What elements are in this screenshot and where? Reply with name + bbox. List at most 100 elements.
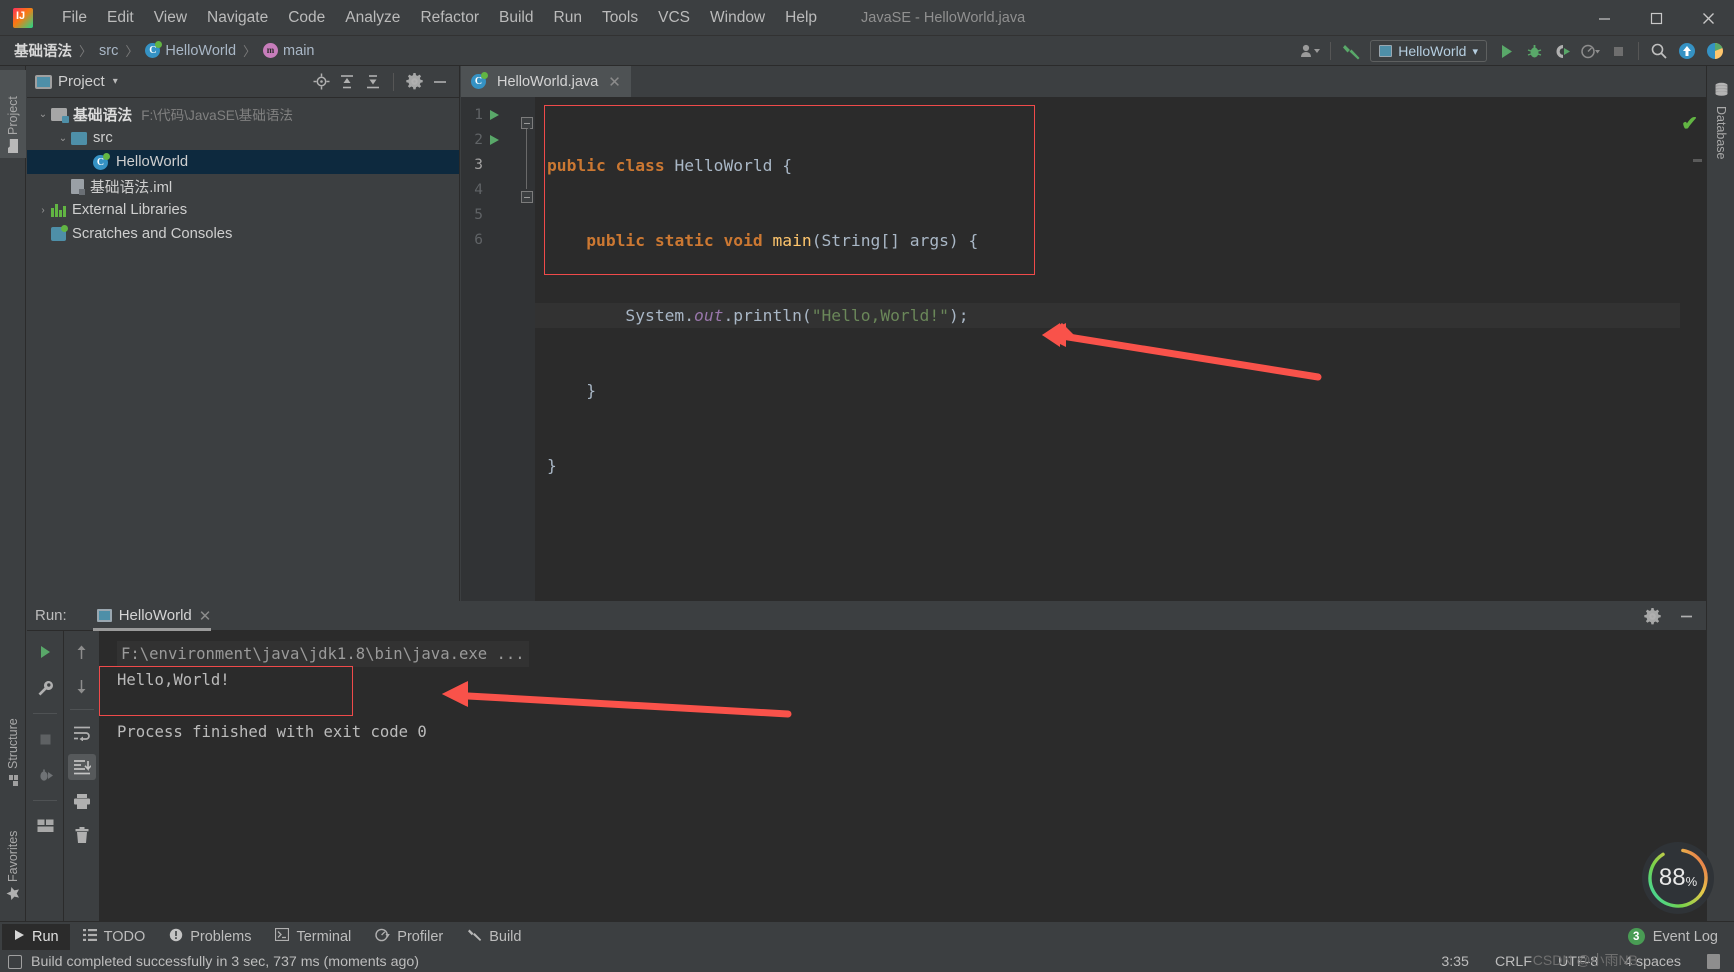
- code-text[interactable]: public class HelloWorld { public static …: [535, 97, 1680, 601]
- sidebar-item-database[interactable]: Database: [1707, 76, 1734, 166]
- hide-panel-icon[interactable]: [1674, 604, 1698, 628]
- scroll-to-end-icon[interactable]: [67, 754, 96, 780]
- collapse-all-icon[interactable]: [362, 71, 384, 93]
- menu-analyze[interactable]: Analyze: [335, 5, 410, 31]
- menu-code[interactable]: Code: [278, 5, 335, 31]
- bottom-tab-terminal[interactable]: Terminal: [264, 924, 362, 950]
- rerun-failed-tests-icon[interactable]: [31, 762, 59, 788]
- tree-item-external-libraries[interactable]: › External Libraries: [27, 198, 459, 222]
- profiler-icon[interactable]: [1577, 39, 1603, 63]
- gear-icon[interactable]: [403, 71, 425, 93]
- tree-item-helloworld[interactable]: C HelloWorld: [27, 150, 459, 174]
- chevron-down-icon[interactable]: ▾: [113, 76, 118, 87]
- menu-navigate[interactable]: Navigate: [197, 5, 278, 31]
- toolbar-divider: [33, 713, 57, 714]
- run-config-icon: [1379, 45, 1393, 57]
- search-everywhere-icon[interactable]: [1646, 39, 1672, 63]
- chevron-down-icon: ▾: [1472, 45, 1478, 58]
- gear-icon[interactable]: [1640, 604, 1664, 628]
- tree-item-src[interactable]: ⌄ src: [27, 126, 459, 150]
- run-with-coverage-icon[interactable]: [1549, 39, 1575, 63]
- run-config-icon: [96, 609, 112, 622]
- run-configuration-selector[interactable]: HelloWorld ▾: [1370, 40, 1487, 62]
- menu-refactor[interactable]: Refactor: [410, 5, 489, 31]
- close-button[interactable]: [1682, 0, 1734, 36]
- trash-icon[interactable]: [68, 822, 96, 848]
- print-icon[interactable]: [68, 788, 96, 814]
- run-gutter-icon[interactable]: [490, 135, 499, 145]
- memory-progress-indicator[interactable]: 88%: [1640, 840, 1716, 916]
- fold-marker-close-icon[interactable]: [520, 191, 533, 203]
- code-editor[interactable]: 1 2 3 4 5 6 public class HelloWorld { pu…: [461, 97, 1706, 601]
- chevron-right-icon[interactable]: ›: [35, 205, 51, 216]
- soft-wrap-icon[interactable]: [68, 720, 96, 746]
- menu-window[interactable]: Window: [700, 5, 775, 31]
- inspection-ok-icon[interactable]: ✔: [1681, 111, 1698, 136]
- sidebar-item-project[interactable]: Project: [0, 70, 26, 158]
- breadcrumb-item-method[interactable]: m main: [263, 43, 314, 59]
- bottom-tab-run[interactable]: Run: [2, 923, 70, 950]
- menu-view[interactable]: View: [144, 5, 197, 31]
- locate-icon[interactable]: [310, 71, 332, 93]
- menu-vcs[interactable]: VCS: [648, 5, 700, 31]
- run-tab-helloworld[interactable]: HelloWorld ✕: [92, 601, 216, 631]
- line-separator[interactable]: CRLF: [1495, 954, 1532, 970]
- editor-gutter[interactable]: 1 2 3 4 5 6: [461, 97, 519, 601]
- tree-item-module[interactable]: ⌄ 基础语法 F:\代码\JavaSE\基础语法: [27, 102, 459, 126]
- chevron-down-icon[interactable]: ⌄: [55, 133, 71, 144]
- bottom-tab-profiler[interactable]: Profiler: [364, 924, 454, 950]
- chevron-down-icon[interactable]: ⌄: [35, 109, 51, 120]
- editor-tab-bar: C HelloWorld.java ✕: [461, 66, 1706, 97]
- run-console-output[interactable]: F:\environment\java\jdk1.8\bin\java.exe …: [99, 631, 1706, 921]
- sidebar-item-favorites[interactable]: Favorites: [0, 806, 26, 906]
- stop-icon[interactable]: [1605, 39, 1631, 63]
- lock-icon[interactable]: [1707, 954, 1720, 969]
- hammer-icon[interactable]: [1338, 39, 1364, 63]
- bottom-tab-problems[interactable]: Problems: [158, 924, 262, 950]
- editor-tab-helloworld-java[interactable]: C HelloWorld.java ✕: [461, 66, 631, 97]
- menu-file[interactable]: File: [52, 5, 97, 31]
- star-icon: [6, 887, 20, 901]
- menu-help[interactable]: Help: [775, 5, 827, 31]
- bottom-tab-label: TODO: [103, 928, 146, 945]
- down-arrow-icon[interactable]: [68, 673, 96, 699]
- layout-icon[interactable]: [31, 813, 59, 839]
- menu-tools[interactable]: Tools: [592, 5, 648, 31]
- bottom-tab-todo[interactable]: TODO: [72, 924, 157, 950]
- run-icon[interactable]: [1493, 39, 1519, 63]
- hide-panel-icon[interactable]: [429, 71, 451, 93]
- bottom-tab-label: Run: [32, 928, 59, 945]
- folder-icon: [7, 139, 19, 153]
- caret-position[interactable]: 3:35: [1441, 954, 1469, 970]
- run-gutter-icon[interactable]: [490, 110, 499, 120]
- menu-run[interactable]: Run: [544, 5, 592, 31]
- fold-marker-open-icon[interactable]: [520, 117, 533, 130]
- event-log-label[interactable]: Event Log: [1653, 929, 1718, 945]
- wrench-icon[interactable]: [31, 675, 59, 701]
- menu-build[interactable]: Build: [489, 5, 543, 31]
- breadcrumb-item-src[interactable]: src: [99, 43, 118, 59]
- maximize-button[interactable]: [1630, 0, 1682, 36]
- breadcrumb-item-project[interactable]: 基础语法: [14, 40, 72, 61]
- bottom-tab-build[interactable]: Build: [456, 924, 532, 950]
- minimize-button[interactable]: [1578, 0, 1630, 36]
- sidebar-item-structure[interactable]: Structure: [0, 696, 26, 792]
- stop-icon[interactable]: [31, 726, 59, 752]
- breadcrumb-item-class[interactable]: C HelloWorld: [145, 41, 236, 59]
- close-icon[interactable]: ✕: [608, 73, 621, 91]
- ide-and-project-settings-icon[interactable]: [1702, 39, 1728, 63]
- expand-all-icon[interactable]: [336, 71, 358, 93]
- menu-edit[interactable]: Edit: [97, 5, 144, 31]
- update-project-icon[interactable]: [1674, 39, 1700, 63]
- tree-item-scratches[interactable]: Scratches and Consoles: [27, 222, 459, 246]
- rerun-icon[interactable]: [31, 639, 59, 665]
- up-arrow-icon[interactable]: [68, 639, 96, 665]
- editor-marker-gutter[interactable]: ✔: [1680, 97, 1706, 601]
- user-profile-icon[interactable]: [1297, 39, 1323, 63]
- build-status-icon: [8, 954, 22, 969]
- tree-item-iml[interactable]: 基础语法.iml: [27, 174, 459, 198]
- code-folding-column[interactable]: [519, 97, 535, 601]
- debug-bug-icon[interactable]: [1521, 39, 1547, 63]
- close-icon[interactable]: ✕: [199, 607, 212, 625]
